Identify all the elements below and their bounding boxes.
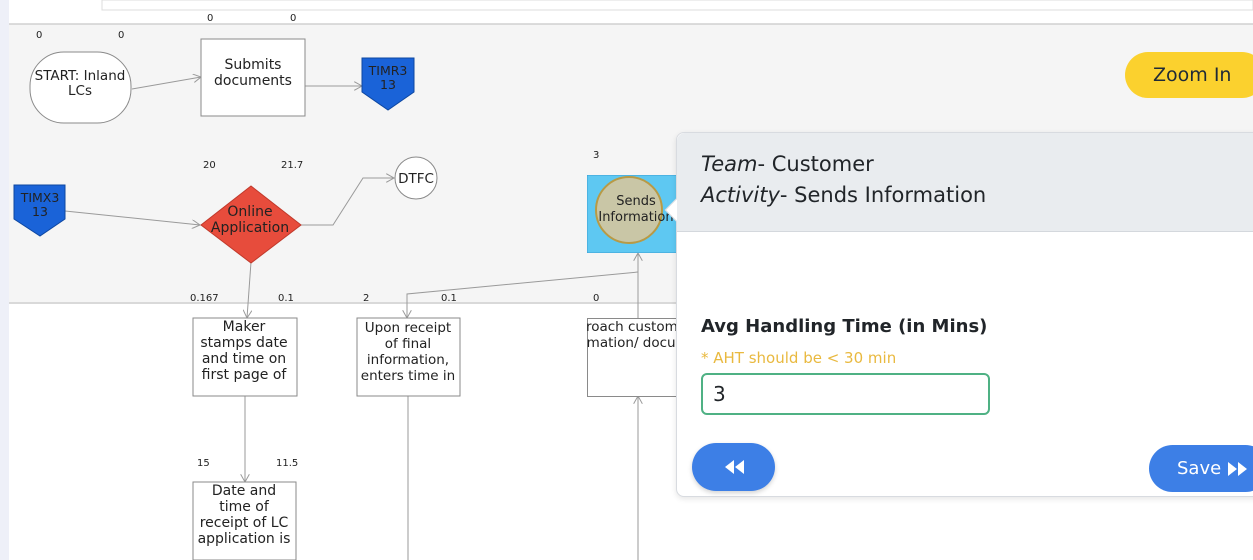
team-line: Team- Customer [701, 149, 1251, 180]
metric-value: 0 [207, 13, 213, 24]
save-button[interactable]: Save [1149, 445, 1253, 492]
node-upon-receipt[interactable]: Upon receipt of final information, enters t… [356, 317, 461, 397]
aht-hint: * AHT should be < 30 min [701, 349, 897, 367]
metric-value: 11.5 [276, 458, 298, 469]
node-submits-documents[interactable]: Submits documents [200, 38, 306, 117]
panel-header: Team- Customer Activity- Sends Informati… [677, 133, 1253, 232]
metric-value: 0.167 [190, 293, 219, 304]
sends-clip: Sends Information [587, 175, 677, 253]
aht-label: Avg Handling Time (in Mins) [701, 316, 988, 337]
node-dtfc[interactable]: DTFC [394, 156, 438, 200]
metric-value: 0 [290, 13, 296, 24]
node-start[interactable]: START: Inland LCs [29, 51, 132, 124]
rewind-icon [724, 460, 744, 474]
metric-value: 0 [593, 293, 599, 304]
activity-value: - Sends Information [779, 183, 987, 207]
team-value: - Customer [757, 152, 874, 176]
metric-value: 20 [203, 160, 216, 171]
activity-detail-panel: Team- Customer Activity- Sends Informati… [664, 132, 1253, 497]
node-dtfc-label: DTFC [398, 171, 434, 187]
metric-value: 0.1 [278, 293, 294, 304]
top-bar-remnant [101, 0, 1253, 11]
metric-value: 2 [363, 293, 369, 304]
metric-value: 21.7 [281, 160, 303, 171]
metric-value: 0 [118, 30, 124, 41]
node-date-time[interactable]: Date and time of receipt of LC application … [192, 481, 297, 560]
metric-value: 0 [36, 30, 42, 41]
team-label: Team [701, 152, 758, 176]
metric-value: 0.1 [441, 293, 457, 304]
node-upon-label: Upon receipt of final information, enters t… [361, 320, 455, 384]
activity-label: Activity [701, 183, 780, 207]
node-sends-information[interactable]: Sends Information [587, 175, 677, 253]
node-maker-stamps[interactable]: Maker stamps date and time on first page of [192, 317, 298, 397]
back-button[interactable] [692, 443, 775, 491]
zoom-in-button[interactable]: Zoom In [1125, 52, 1253, 98]
aht-input[interactable] [701, 373, 990, 415]
node-submits-label: Submits documents [214, 57, 292, 89]
save-label: Save [1177, 458, 1222, 479]
left-gutter [0, 0, 9, 560]
metric-value: 15 [197, 458, 210, 469]
activity-line: Activity- Sends Information [701, 180, 1251, 211]
fast-forward-icon [1228, 461, 1248, 476]
metric-value: 3 [593, 150, 599, 161]
